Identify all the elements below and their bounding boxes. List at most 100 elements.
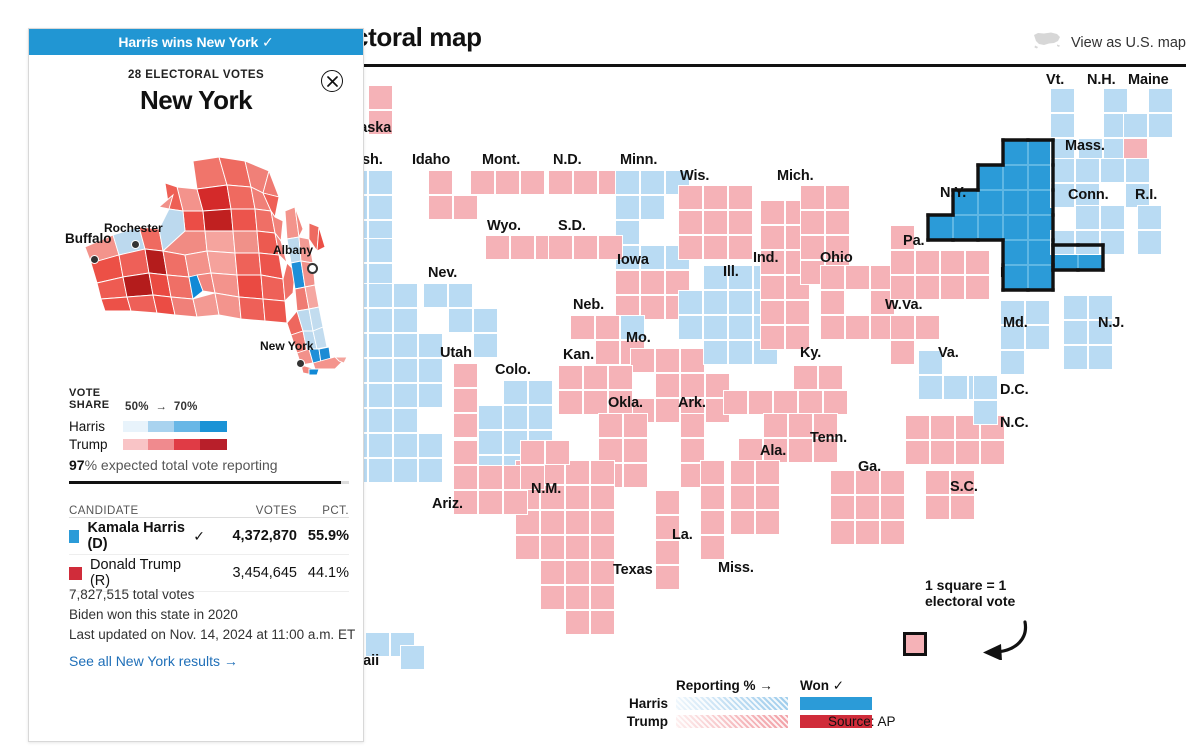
state-square-la[interactable]: [655, 565, 680, 590]
state-square-mich[interactable]: [800, 185, 825, 210]
state-square-texas[interactable]: [565, 535, 590, 560]
state-square-texas[interactable]: [540, 510, 565, 535]
state-square-ri[interactable]: [1137, 205, 1162, 230]
state-square-mont[interactable]: [520, 170, 545, 195]
state-square-ill[interactable]: [728, 340, 753, 365]
state-square-if[interactable]: [368, 308, 393, 333]
state-square-nc[interactable]: [905, 415, 930, 440]
state-square-pa[interactable]: [915, 275, 940, 300]
state-square-mont[interactable]: [495, 170, 520, 195]
view-as-us-map-button[interactable]: View as U.S. map: [1033, 30, 1186, 55]
state-square-pa[interactable]: [890, 250, 915, 275]
state-square-nd[interactable]: [573, 170, 598, 195]
state-square-ill[interactable]: [703, 340, 728, 365]
state-square-if[interactable]: [368, 358, 393, 383]
state-square-if[interactable]: [393, 383, 418, 408]
state-square-ala[interactable]: [730, 460, 755, 485]
state-square-idaho[interactable]: [428, 170, 453, 195]
state-square-nd[interactable]: [548, 170, 573, 195]
state-square-minn[interactable]: [615, 170, 640, 195]
state-square-pa[interactable]: [890, 275, 915, 300]
state-square-texas[interactable]: [590, 535, 615, 560]
state-square-vt[interactable]: [1050, 113, 1075, 138]
state-square-maine[interactable]: [1148, 88, 1173, 113]
state-square-pa[interactable]: [915, 250, 940, 275]
state-square-pa[interactable]: [965, 250, 990, 275]
state-square-nc[interactable]: [955, 440, 980, 465]
state-square-kan[interactable]: [583, 390, 608, 415]
state-square-md[interactable]: [1025, 325, 1050, 350]
state-square-wis[interactable]: [703, 235, 728, 260]
state-square-dc[interactable]: [973, 400, 998, 425]
state-square-mich[interactable]: [800, 210, 825, 235]
state-square-conn[interactable]: [1050, 230, 1075, 255]
state-square-if[interactable]: [368, 408, 393, 433]
state-square-dc[interactable]: [973, 375, 998, 400]
state-square-mont[interactable]: [470, 170, 495, 195]
see-all-results-link[interactable]: See all New York results →: [69, 651, 359, 671]
state-square-texas[interactable]: [565, 560, 590, 585]
state-square-ariz[interactable]: [453, 465, 478, 490]
state-square-ny[interactable]: [978, 190, 1003, 215]
state-square-kan[interactable]: [608, 365, 633, 390]
state-square-miss[interactable]: [700, 460, 725, 485]
state-square-miss[interactable]: [700, 535, 725, 560]
state-square-nev[interactable]: [473, 333, 498, 358]
state-square-colo[interactable]: [478, 430, 503, 455]
state-square-minn[interactable]: [615, 195, 640, 220]
state-square-colo[interactable]: [503, 380, 528, 405]
state-square-mass[interactable]: [1125, 158, 1150, 183]
state-square-iowa[interactable]: [640, 270, 665, 295]
state-square-conn[interactable]: [1075, 205, 1100, 230]
state-square-sc[interactable]: [925, 495, 950, 520]
state-square-kan[interactable]: [558, 365, 583, 390]
state-square-kan[interactable]: [558, 390, 583, 415]
state-square-ga[interactable]: [830, 520, 855, 545]
state-square-okla[interactable]: [623, 438, 648, 463]
state-square-if[interactable]: [393, 333, 418, 358]
state-square-okla[interactable]: [623, 463, 648, 488]
state-square-if[interactable]: [368, 283, 393, 308]
state-square-sc[interactable]: [925, 470, 950, 495]
state-square-kan[interactable]: [583, 365, 608, 390]
state-square-if[interactable]: [393, 458, 418, 483]
state-square-conn[interactable]: [1100, 205, 1125, 230]
state-square-nj[interactable]: [1063, 295, 1088, 320]
state-square-sd[interactable]: [573, 235, 598, 260]
state-square-neb[interactable]: [595, 340, 620, 365]
state-square-nm[interactable]: [545, 440, 570, 465]
state-square-texas[interactable]: [565, 485, 590, 510]
state-square-mo[interactable]: [655, 373, 680, 398]
state-square-nc[interactable]: [980, 440, 1005, 465]
state-square-mass[interactable]: [1075, 158, 1100, 183]
state-square-nev[interactable]: [448, 283, 473, 308]
state-square-ala[interactable]: [755, 460, 780, 485]
state-square-ohio[interactable]: [845, 315, 870, 340]
state-square-nev[interactable]: [423, 283, 448, 308]
state-square-mass[interactable]: [1100, 158, 1125, 183]
state-square-neb[interactable]: [570, 315, 595, 340]
state-square-idaho[interactable]: [453, 195, 478, 220]
state-square-if[interactable]: [368, 383, 393, 408]
state-square-if[interactable]: [418, 383, 443, 408]
state-square-pa[interactable]: [965, 275, 990, 300]
state-square-wis[interactable]: [728, 235, 753, 260]
state-square-if[interactable]: [393, 308, 418, 333]
state-square-md[interactable]: [1025, 300, 1050, 325]
state-square-ala[interactable]: [730, 510, 755, 535]
state-square-mo[interactable]: [655, 398, 680, 423]
state-square-va[interactable]: [918, 375, 943, 400]
state-square-ariz[interactable]: [453, 440, 478, 465]
state-square-if[interactable]: [418, 433, 443, 458]
state-square-ind[interactable]: [760, 300, 785, 325]
state-square-nev[interactable]: [448, 308, 473, 333]
state-square-if[interactable]: [393, 358, 418, 383]
state-square-ky[interactable]: [823, 390, 848, 415]
state-square-if[interactable]: [393, 408, 418, 433]
state-square-ala[interactable]: [755, 485, 780, 510]
state-square-ny[interactable]: [953, 215, 978, 240]
state-square-ohio[interactable]: [820, 315, 845, 340]
state-square-ska[interactable]: [368, 85, 393, 110]
state-square-wyo[interactable]: [485, 235, 510, 260]
state-square-ariz[interactable]: [503, 490, 528, 515]
